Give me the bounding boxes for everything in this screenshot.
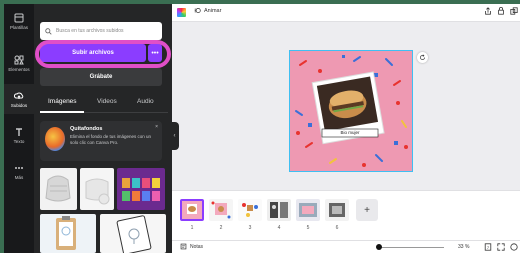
rotate-icon: [420, 54, 425, 60]
tab-audio[interactable]: Audio: [137, 98, 154, 105]
media-tabs: Imágenes Videos Audio: [40, 94, 168, 116]
svg-text:7: 7: [487, 245, 490, 250]
zoom-slider-track[interactable]: [380, 247, 444, 248]
page-timeline: 1 2 3 4 5 6 +: [172, 190, 520, 240]
page-thumbnail-6[interactable]: [325, 199, 349, 221]
record-button[interactable]: Grábate: [40, 68, 162, 86]
animate-label: Animar: [204, 7, 222, 14]
search-icon: [45, 27, 52, 35]
uploads-icon: [14, 92, 24, 99]
rotate-handle[interactable]: [417, 52, 428, 63]
elements-icon: [14, 55, 24, 64]
rail-item-elements[interactable]: Elementos: [4, 48, 34, 78]
rail-item-uploads[interactable]: Subidos: [4, 84, 34, 114]
search-input[interactable]: Busca en tus archivos subidos: [40, 22, 162, 40]
close-icon[interactable]: ×: [155, 124, 158, 130]
canva-editor: Plantillas Elementos Subidos Texto Más B…: [4, 4, 520, 253]
promo-card[interactable]: Quitafondos Elimina el fondo de tus imág…: [40, 121, 162, 161]
notes-button[interactable]: Notas: [180, 243, 203, 250]
upload-thumbnail[interactable]: [40, 168, 77, 210]
page-thumbnail-3[interactable]: [238, 199, 262, 221]
zoom-slider-knob[interactable]: [376, 244, 382, 250]
promo-text: Elimina el fondo de tus imágenes con un …: [70, 134, 152, 145]
page-number: 1: [190, 225, 194, 231]
rail-label: Elementos: [8, 66, 30, 72]
page-number: 6: [335, 225, 339, 231]
search-placeholder: Busca en tus archivos subidos: [56, 28, 124, 34]
uploads-panel: Busca en tus archivos subidos Subir arch…: [34, 4, 172, 253]
view-controls: 7: [484, 243, 518, 251]
templates-icon: [14, 13, 24, 22]
rail-item-more[interactable]: Más: [4, 156, 34, 186]
editor-toolbar: Animar: [172, 4, 520, 22]
animate-icon: [194, 8, 201, 13]
help-icon[interactable]: [510, 243, 518, 251]
upload-thumbnail[interactable]: [40, 214, 96, 253]
zoom-value[interactable]: 33 %: [458, 244, 469, 250]
upload-thumbnail[interactable]: [100, 214, 166, 253]
design-artwork: [290, 51, 412, 171]
toolbar-actions: [484, 7, 518, 15]
upload-thumbnail[interactable]: [80, 168, 114, 210]
page-count-icon[interactable]: 7: [484, 243, 492, 251]
page-thumbnail-4[interactable]: [267, 199, 291, 221]
notes-label: Notas: [190, 243, 204, 250]
color-picker-icon[interactable]: [177, 8, 186, 17]
lock-icon[interactable]: [497, 7, 505, 15]
page-number: 5: [306, 225, 310, 231]
page-thumbnail-1[interactable]: [180, 199, 204, 221]
more-icon: [15, 166, 23, 169]
rail-label: Plantillas: [9, 24, 28, 30]
rail-item-text[interactable]: Texto: [4, 120, 34, 150]
share-icon[interactable]: [484, 7, 492, 15]
fullscreen-icon[interactable]: [497, 243, 505, 251]
page-number: 2: [219, 225, 223, 231]
tab-videos[interactable]: Videos: [97, 98, 117, 105]
image-caption: Bio mujer: [340, 130, 360, 135]
upload-thumbnail[interactable]: [117, 168, 165, 210]
collapse-panel-handle[interactable]: ‹: [170, 122, 179, 150]
tab-images[interactable]: Imágenes: [48, 98, 77, 105]
rail-label: Texto: [13, 138, 25, 144]
notes-icon: [180, 243, 187, 250]
page-thumbnail-5[interactable]: [296, 199, 320, 221]
highlight-annotation: [35, 40, 171, 68]
rail-label: Más: [14, 174, 24, 180]
page-number: 3: [248, 225, 252, 231]
page-number: 4: [277, 225, 281, 231]
add-page-button[interactable]: +: [356, 199, 378, 221]
design-page[interactable]: Bio mujer: [289, 50, 413, 172]
animate-button[interactable]: Animar: [194, 7, 221, 14]
rail-label: Subidos: [10, 102, 28, 108]
page-thumbnail-2[interactable]: [209, 199, 233, 221]
tab-active-indicator: [40, 111, 84, 113]
duplicate-icon[interactable]: [510, 7, 518, 15]
promo-title: Quitafondos: [70, 126, 103, 132]
promo-illustration: [45, 127, 65, 151]
rail-item-templates[interactable]: Plantillas: [4, 6, 34, 36]
left-rail: Plantillas Elementos Subidos Texto Más: [4, 4, 34, 253]
text-icon: [16, 127, 22, 136]
status-bar: Notas 33 % 7: [172, 240, 520, 253]
